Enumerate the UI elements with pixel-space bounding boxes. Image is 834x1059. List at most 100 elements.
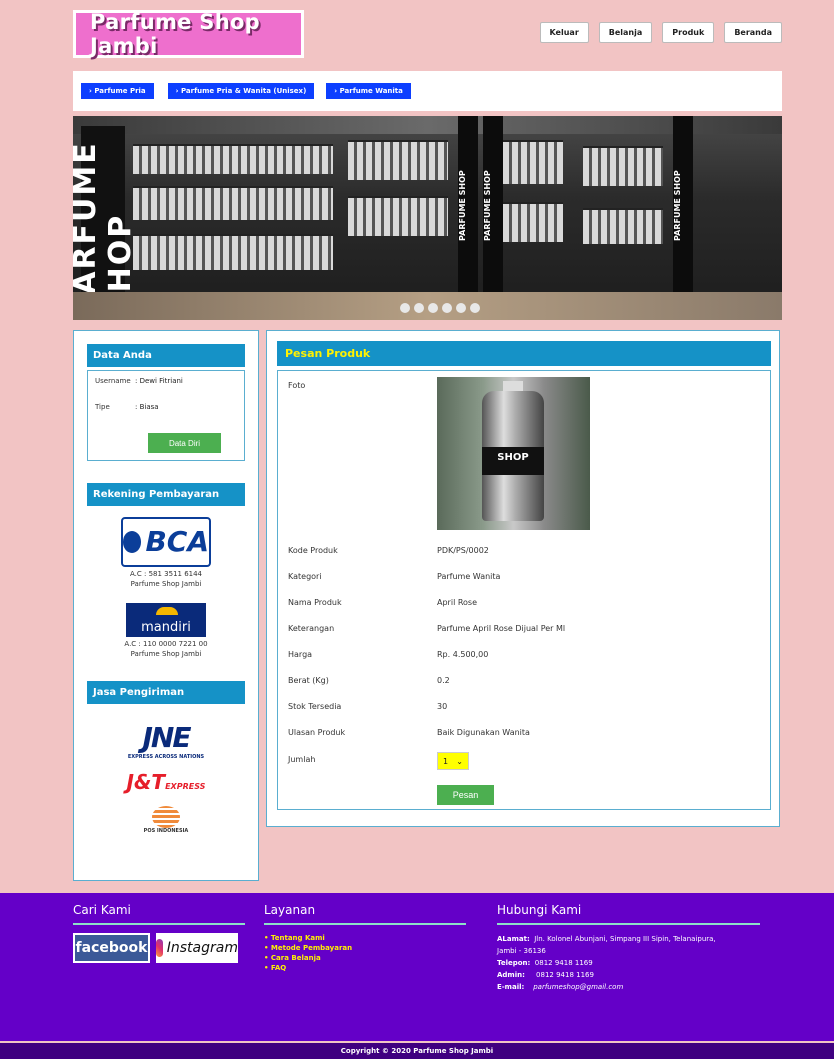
slider-dots bbox=[400, 303, 480, 313]
rekening-title: Rekening Pembayaran bbox=[87, 483, 245, 509]
user-info-box: Username : Dewi Fitriani Tipe : Biasa Data… bbox=[87, 370, 245, 461]
berat-label: Berat (Kg) bbox=[288, 676, 329, 685]
facebook-link[interactable]: facebook bbox=[73, 933, 150, 963]
category-parfume-unisex[interactable]: › Parfume Pria & Wanita (Unisex) bbox=[167, 83, 315, 99]
slider-dot[interactable] bbox=[414, 303, 424, 313]
data-diri-button[interactable]: Data Diri bbox=[148, 433, 221, 453]
category-bar: › Parfume Pria › Parfume Pria & Wanita (… bbox=[73, 71, 782, 111]
nav-belanja-button[interactable]: Belanja bbox=[598, 22, 653, 43]
pesan-button[interactable]: Pesan bbox=[437, 785, 494, 805]
social-links: facebook Instagram bbox=[73, 933, 245, 963]
kategori-value: Parfume Wanita bbox=[437, 572, 501, 581]
banner-shelf bbox=[583, 208, 663, 244]
alamat-value: Jln. Kolonel Abunjani, Simpang III Sipin… bbox=[534, 935, 716, 943]
banner-pillar: PARFUME SHOP bbox=[458, 116, 478, 296]
mandiri-account: mandiri A.C : 110 0000 7221 00 Parfume S… bbox=[74, 603, 258, 659]
slider-dot[interactable] bbox=[456, 303, 466, 313]
link-tentang-kami[interactable]: • Tentang Kami bbox=[264, 933, 466, 943]
contact-info: ALamat: Jln. Kolonel Abunjani, Simpang I… bbox=[497, 933, 760, 993]
ulasan-value: Baik Digunakan Wanita bbox=[437, 728, 530, 737]
slider-dot[interactable] bbox=[428, 303, 438, 313]
mandiri-account-name: Parfume Shop Jambi bbox=[130, 650, 202, 658]
hubungi-kami-title: Hubungi Kami bbox=[497, 903, 760, 925]
layanan-list: • Tentang Kami • Metode Pembayaran • Car… bbox=[264, 933, 466, 973]
jne-logo-sub: EXPRESS ACROSS NATIONS bbox=[127, 754, 205, 760]
layanan-title: Layanan bbox=[264, 903, 466, 925]
jumlah-label: Jumlah bbox=[288, 755, 316, 764]
banner-shelf bbox=[133, 144, 333, 174]
banner-pillar: PARFUME SHOP bbox=[483, 116, 503, 296]
telepon-label: Telepon: bbox=[497, 959, 531, 967]
alamat-label: ALamat: bbox=[497, 935, 530, 943]
admin-value: 0812 9418 1169 bbox=[536, 971, 594, 979]
data-anda-title: Data Anda bbox=[87, 344, 245, 370]
slider-dot[interactable] bbox=[470, 303, 480, 313]
product-photo: SHOP bbox=[437, 377, 590, 530]
jne-logo-text: JNE bbox=[142, 721, 192, 754]
kode-produk-label: Kode Produk bbox=[288, 546, 338, 555]
nama-produk-value: April Rose bbox=[437, 598, 478, 607]
slider-dot[interactable] bbox=[442, 303, 452, 313]
keterangan-label: Keterangan bbox=[288, 624, 335, 633]
cari-kami-title: Cari Kami bbox=[73, 903, 245, 925]
product-detail: Foto SHOP Kode Produk PDK/PS/0002 Katego… bbox=[277, 370, 771, 810]
pos-logo-text: POS INDONESIA bbox=[143, 828, 189, 834]
foto-label: Foto bbox=[288, 381, 306, 390]
mandiri-account-number: A.C : 110 0000 7221 00 bbox=[124, 640, 208, 648]
banner-slider[interactable]: PARFUME SHOP PARFUME SHOP PARFUME SHOP P… bbox=[73, 116, 782, 320]
mandiri-logo-text: mandiri bbox=[141, 620, 191, 635]
chevron-down-icon: ⌄ bbox=[456, 756, 463, 766]
username-label: Username bbox=[95, 377, 131, 385]
nav-produk-button[interactable]: Produk bbox=[662, 22, 715, 43]
site-logo-text: Parfume Shop Jambi bbox=[90, 10, 261, 58]
nav-beranda-button[interactable]: Beranda bbox=[724, 22, 782, 43]
bca-account-name: Parfume Shop Jambi bbox=[130, 580, 202, 588]
nama-produk-label: Nama Produk bbox=[288, 598, 342, 607]
email-value[interactable]: parfumeshop@gmail.com bbox=[533, 983, 623, 991]
pesan-produk-title: Pesan Produk bbox=[277, 341, 771, 366]
banner-shelf bbox=[133, 186, 333, 220]
site-logo[interactable]: Parfume Shop Jambi bbox=[73, 10, 304, 58]
bca-logo-text: BCA bbox=[145, 525, 209, 558]
instagram-icon bbox=[156, 939, 163, 957]
bca-logo: BCA bbox=[121, 517, 211, 567]
link-cara-belanja[interactable]: • Cara Belanja bbox=[264, 953, 466, 963]
kode-produk-value: PDK/PS/0002 bbox=[437, 546, 489, 555]
quantity-value: 1 bbox=[443, 756, 449, 766]
bottle-label: SHOP bbox=[482, 447, 544, 475]
jnt-logo: J&TEXPRESS bbox=[74, 770, 258, 794]
banner-shelf bbox=[348, 140, 448, 180]
banner-pillar: PARFUME SHOP bbox=[673, 116, 693, 296]
tipe-label: Tipe bbox=[95, 403, 110, 411]
stok-value: 30 bbox=[437, 702, 448, 711]
nav-keluar-button[interactable]: Keluar bbox=[539, 22, 589, 43]
bca-account: BCA A.C : 581 3511 6144 Parfume Shop Jam… bbox=[74, 517, 258, 589]
category-parfume-pria[interactable]: › Parfume Pria bbox=[81, 83, 154, 99]
jasa-pengiriman-title: Jasa Pengiriman bbox=[87, 681, 245, 707]
username-value: : Dewi Fitriani bbox=[135, 377, 183, 385]
footer-hubungi-kami: Hubungi Kami ALamat: Jln. Kolonel Abunja… bbox=[497, 903, 760, 993]
bca-emblem-icon bbox=[123, 531, 142, 553]
link-faq[interactable]: • FAQ bbox=[264, 963, 466, 973]
jnt-logo-sub: EXPRESS bbox=[165, 782, 206, 791]
slider-dot[interactable] bbox=[400, 303, 410, 313]
quantity-select[interactable]: 1 ⌄ bbox=[437, 752, 469, 770]
link-metode-pembayaran[interactable]: • Metode Pembayaran bbox=[264, 943, 466, 953]
ulasan-label: Ulasan Produk bbox=[288, 728, 346, 737]
email-label: E-mail: bbox=[497, 983, 525, 991]
banner-shelf bbox=[133, 234, 333, 270]
berat-value: 0.2 bbox=[437, 676, 450, 685]
admin-label: Admin: bbox=[497, 971, 525, 979]
stok-label: Stok Tersedia bbox=[288, 702, 342, 711]
instagram-link[interactable]: Instagram bbox=[156, 933, 238, 963]
keterangan-value: Parfume April Rose Dijual Per Ml bbox=[437, 624, 566, 633]
alamat-value-2: Jambi - 36136 bbox=[497, 947, 546, 955]
category-parfume-wanita[interactable]: › Parfume Wanita bbox=[326, 83, 411, 99]
tipe-value: : Biasa bbox=[135, 403, 159, 411]
telepon-value: 0812 9418 1169 bbox=[534, 959, 593, 967]
pos-emblem-icon bbox=[152, 806, 180, 828]
banner-big-text: PARFUME SHOP bbox=[73, 126, 138, 316]
harga-value: Rp. 4.500,00 bbox=[437, 650, 489, 659]
kategori-label: Kategori bbox=[288, 572, 322, 581]
order-panel: Pesan Produk Foto SHOP Kode Produk PDK/P… bbox=[266, 330, 780, 827]
